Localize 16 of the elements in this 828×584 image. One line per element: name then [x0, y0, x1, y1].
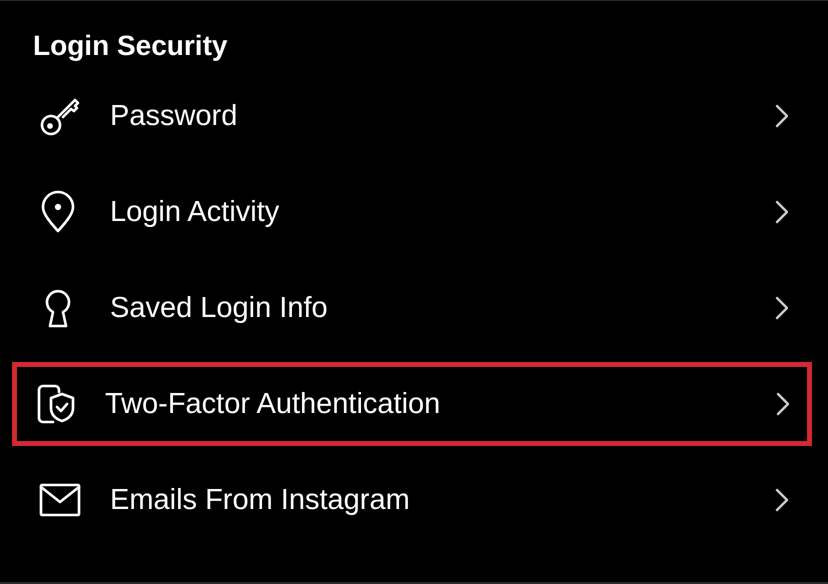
settings-row[interactable]: Login Activity	[12, 164, 816, 260]
settings-row[interactable]: Saved Login Info	[12, 260, 816, 356]
row-label: Password	[110, 100, 238, 132]
row-label: Two-Factor Authentication	[105, 388, 442, 420]
section-title: Login Security	[32, 29, 228, 63]
row-label: Saved Login Info	[110, 292, 329, 324]
settings-row[interactable]: Emails From Instagram	[12, 452, 816, 548]
highlighted-settings-row[interactable]: Two-Factor Authentication	[12, 362, 812, 446]
chevron-right-icon	[774, 295, 790, 321]
row-label: Emails From Instagram	[110, 484, 411, 516]
settings-row[interactable]: Password	[12, 68, 816, 164]
chevron-right-icon	[774, 103, 790, 129]
chevron-right-icon	[774, 487, 790, 513]
row-label: Login Activity	[110, 196, 280, 228]
chevron-right-icon	[774, 199, 790, 225]
chevron-right-icon	[775, 391, 791, 417]
